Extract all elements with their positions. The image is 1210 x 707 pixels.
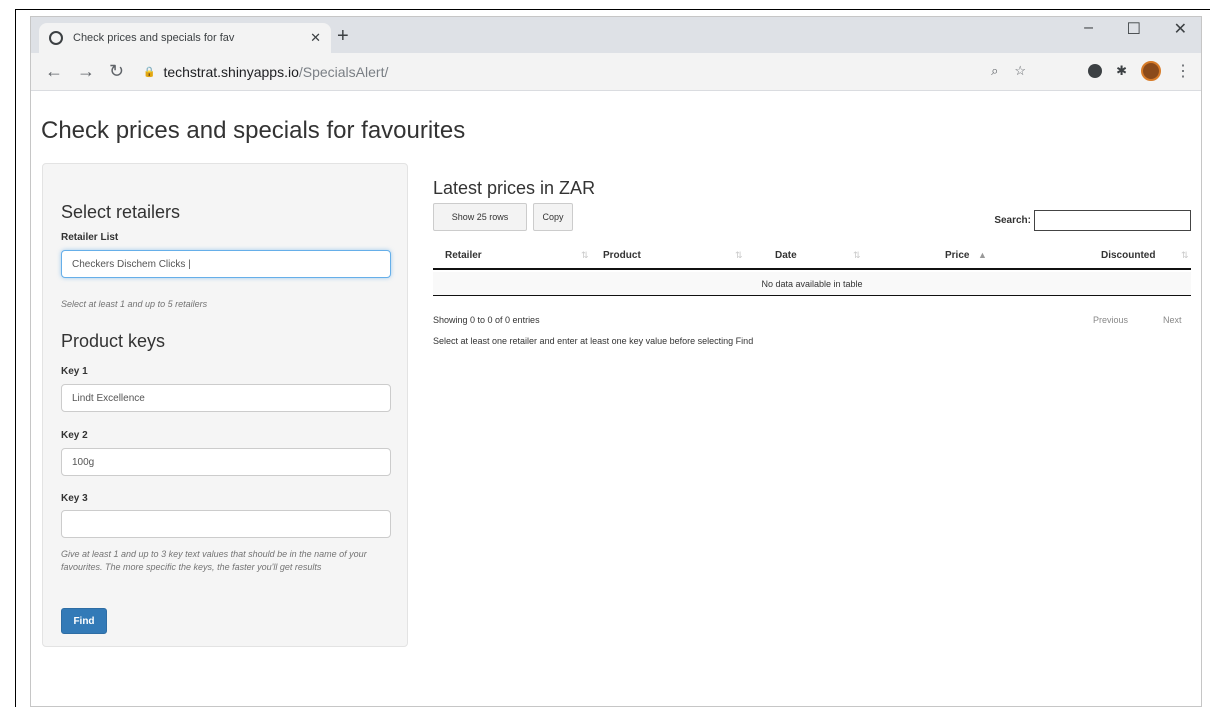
product-keys-heading: Product keys: [61, 331, 166, 351]
browser-window: Check prices and specials for fav ✕ + – …: [30, 16, 1202, 707]
frame-border-left: [15, 9, 16, 707]
page-content: Check prices and specials for favourites…: [31, 91, 1201, 706]
lock-icon: 🔒: [143, 66, 156, 78]
back-icon[interactable]: ←: [45, 61, 63, 82]
forward-icon[interactable]: →: [77, 61, 95, 82]
results-heading: Latest prices in ZAR: [433, 178, 596, 198]
instruction-note: Select at least one retailer and enter a…: [433, 336, 754, 346]
keys-help-text: Give at least 1 and up to 3 key text val…: [61, 549, 367, 572]
next-page-button[interactable]: Next: [1163, 315, 1182, 325]
column-header-price[interactable]: Price: [945, 250, 969, 261]
table-header: Retailer ⇅ Product ⇅ Date ⇅ Price ▲ Disc…: [433, 241, 1191, 270]
empty-table-row: No data available in table: [433, 272, 1191, 296]
minimize-icon[interactable]: –: [1084, 19, 1093, 37]
retailer-select[interactable]: Checkers Dischem Clicks |: [61, 250, 391, 278]
column-header-product[interactable]: Product: [603, 250, 641, 261]
column-header-retailer[interactable]: Retailer: [445, 250, 482, 261]
retailer-list-label: Retailer List: [61, 232, 119, 243]
url-path: /SpecialsAlert/: [298, 64, 389, 80]
page-title: Check prices and specials for favourites: [41, 117, 466, 144]
close-window-icon[interactable]: ✕: [1174, 19, 1187, 39]
sort-icon: ⇅: [853, 250, 861, 260]
screenshot-frame: Check prices and specials for fav ✕ + – …: [0, 0, 1210, 707]
key2-label: Key 2: [61, 430, 88, 441]
show-rows-button[interactable]: Show 25 rows: [433, 203, 527, 231]
frame-border-top: [15, 9, 1210, 10]
find-button[interactable]: Find: [61, 608, 107, 634]
zoom-icon[interactable]: ⌕: [991, 63, 998, 79]
browser-toolbar: ← → ↻ 🔒 techstrat.shinyapps.io /Specials…: [31, 53, 1201, 91]
close-tab-icon[interactable]: ✕: [310, 30, 321, 46]
address-bar[interactable]: 🔒 techstrat.shinyapps.io /SpecialsAlert/…: [143, 59, 1038, 85]
globe-icon: [49, 31, 63, 45]
key2-input[interactable]: 100g: [61, 448, 391, 476]
extensions-area: ✱ ⋮: [1088, 61, 1191, 81]
search-input[interactable]: [1034, 210, 1191, 231]
tab-strip: Check prices and specials for fav ✕ + – …: [31, 17, 1201, 53]
sort-icon: ⇅: [1181, 250, 1189, 260]
retailer-help-text: Select at least 1 and up to 5 retailers: [61, 299, 208, 309]
table-info: Showing 0 to 0 of 0 entries: [433, 315, 540, 325]
column-header-discounted[interactable]: Discounted: [1101, 250, 1155, 261]
bookmark-star-icon[interactable]: ☆: [1014, 63, 1026, 79]
sort-icon: ⇅: [735, 250, 743, 260]
sidebar-panel: Select retailers Retailer List Checkers …: [42, 163, 408, 647]
browser-tab[interactable]: Check prices and specials for fav ✕: [39, 23, 331, 53]
menu-kebab-icon[interactable]: ⋮: [1175, 61, 1191, 81]
sort-asc-icon: ▲: [978, 250, 987, 260]
extension-icon[interactable]: [1088, 64, 1103, 78]
copy-button[interactable]: Copy: [533, 203, 573, 231]
retailers-heading: Select retailers: [61, 202, 181, 222]
search-label: Search:: [994, 215, 1031, 226]
maximize-icon[interactable]: ☐: [1127, 19, 1141, 39]
column-header-date[interactable]: Date: [775, 250, 797, 261]
profile-avatar[interactable]: [1141, 61, 1161, 81]
new-tab-icon[interactable]: +: [337, 25, 349, 48]
previous-page-button[interactable]: Previous: [1093, 315, 1128, 325]
key3-input[interactable]: [61, 510, 391, 538]
key1-input[interactable]: Lindt Excellence: [61, 384, 391, 412]
reload-icon[interactable]: ↻: [109, 61, 124, 82]
url-host: techstrat.shinyapps.io: [163, 64, 299, 80]
address-bar-actions: ⌕ ☆: [991, 63, 1026, 79]
puzzle-icon[interactable]: ✱: [1116, 63, 1127, 79]
key3-label: Key 3: [61, 493, 88, 504]
key1-label: Key 1: [61, 366, 88, 377]
tab-title: Check prices and specials for fav: [73, 32, 235, 44]
sort-icon: ⇅: [581, 250, 589, 260]
